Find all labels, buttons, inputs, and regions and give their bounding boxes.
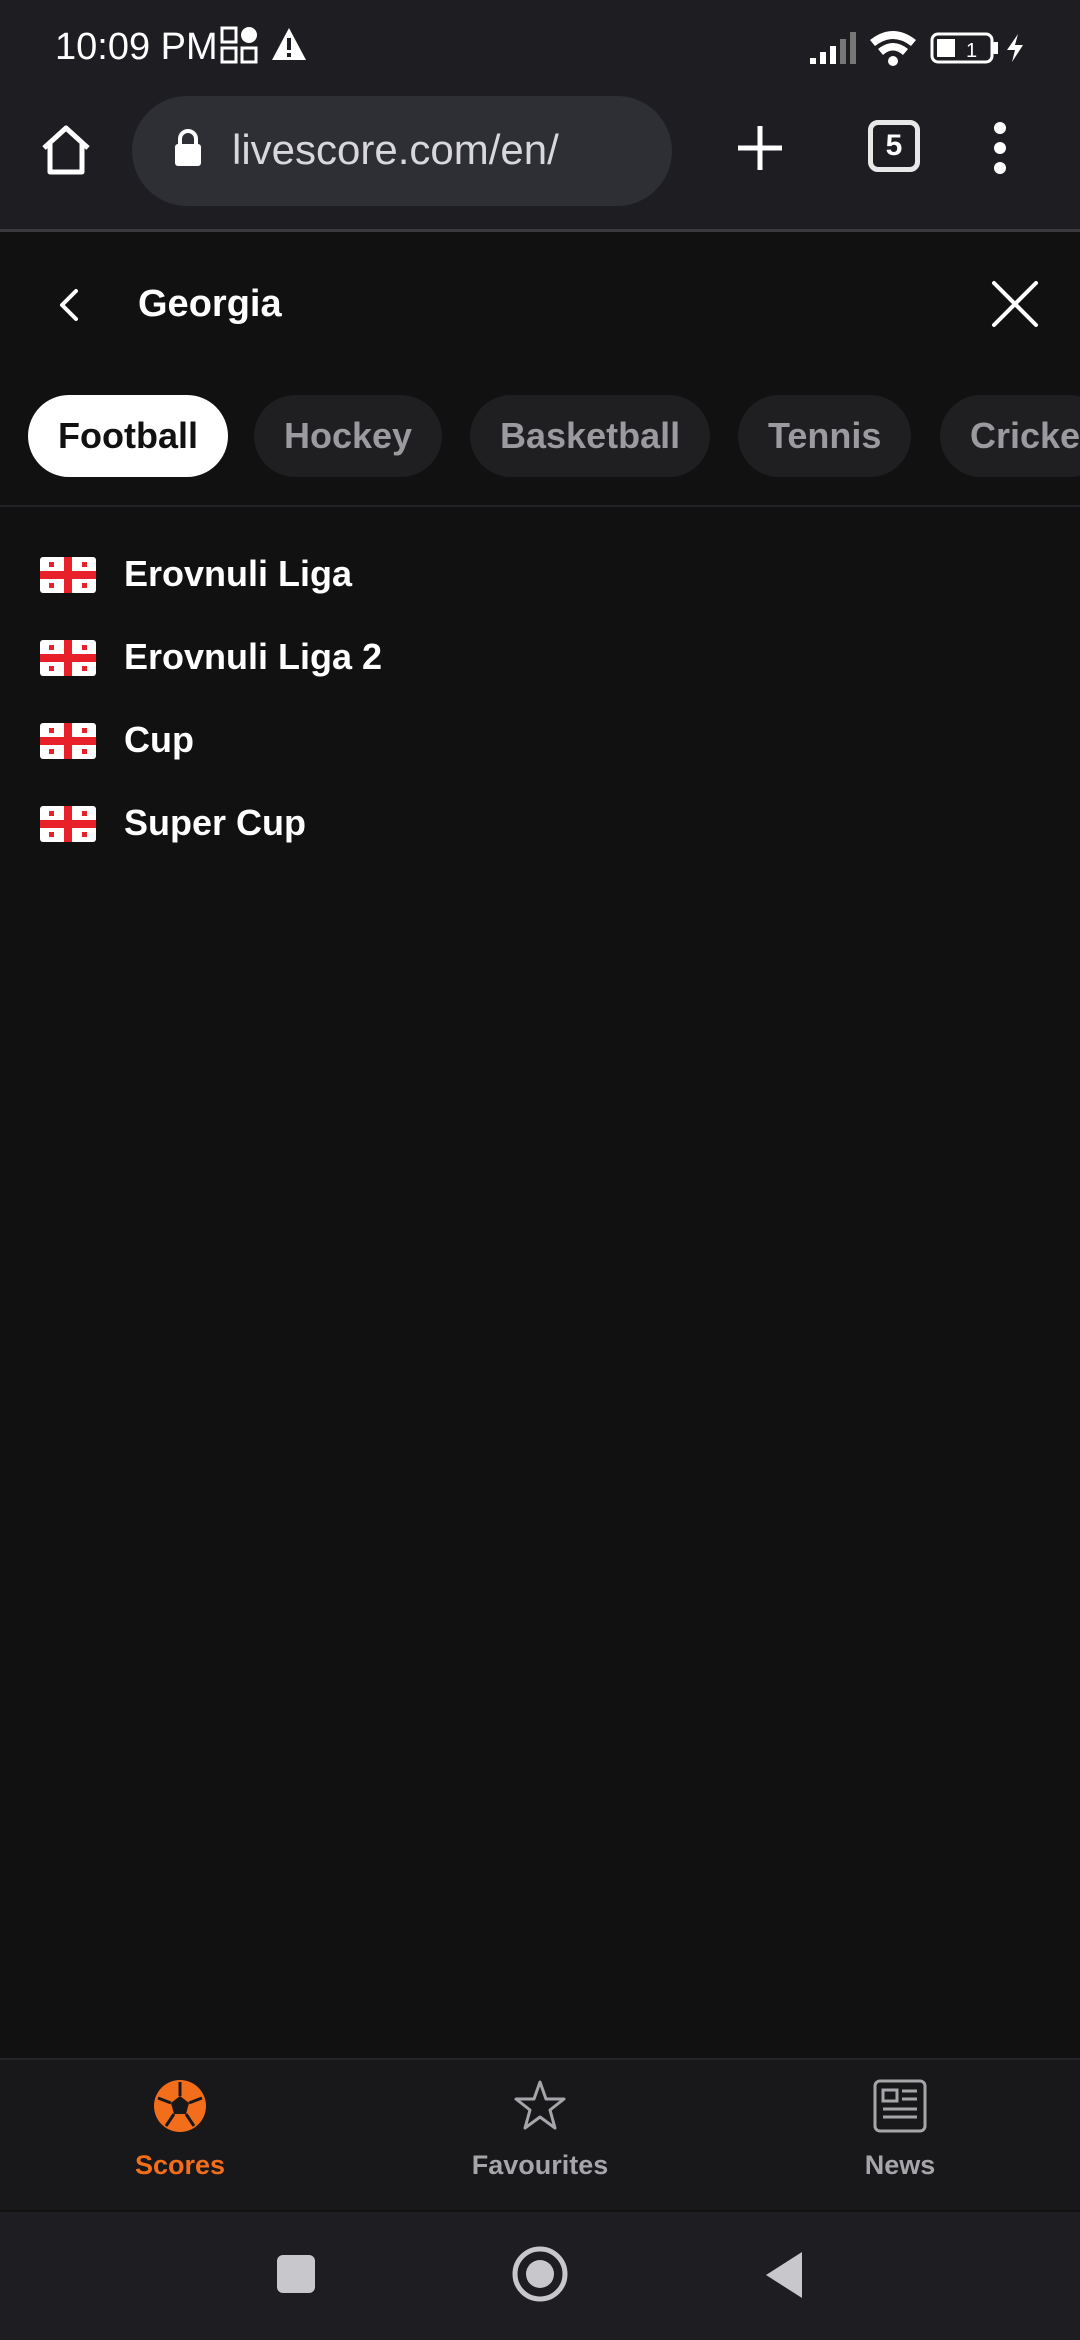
georgia-flag-icon [40,557,96,593]
tab-football[interactable]: Football [28,395,228,477]
georgia-flag-icon [40,723,96,759]
new-tab-icon[interactable] [732,120,788,181]
georgia-flag-icon [40,640,96,676]
home-circle-icon[interactable] [510,2244,570,2309]
news-icon [872,2078,928,2134]
nav-label: News [864,2150,936,2180]
back-triangle-icon[interactable] [762,2250,806,2305]
status-bar: 10:09 PM 1 [0,0,1080,96]
more-menu-icon[interactable] [990,118,1010,183]
competition-label: Erovnuli Liga [124,553,353,594]
star-icon [512,2078,568,2134]
nav-label: Favourites [471,2150,609,2180]
divider [0,505,1080,507]
bottom-nav: Scores Favourites News [0,2058,1080,2210]
georgia-flag-icon [40,806,96,842]
tab-basketball[interactable]: Basketball [470,395,711,477]
recents-icon[interactable] [276,2254,316,2299]
nav-label: Scores [134,2150,226,2180]
list-item[interactable]: Cup [0,701,1080,784]
lock-icon [172,128,204,173]
nav-news[interactable]: News [800,2060,1000,2212]
wifi-icon [868,28,918,73]
tab-switcher-button[interactable]: 5 [868,120,920,172]
tab-hockey[interactable]: Hockey [254,395,443,477]
browser-toolbar: livescore.com/en/ 5 [0,96,1080,232]
competition-label: Super Cup [124,802,307,843]
tab-tennis[interactable]: Tennis [738,395,912,477]
url-bar[interactable]: livescore.com/en/ [132,96,672,206]
url-text: livescore.com/en/ [232,126,559,173]
charging-icon [1004,32,1026,69]
country-header: Georgia [0,235,1080,375]
list-item[interactable]: Erovnuli Liga [0,535,1080,618]
tab-cricket[interactable]: Cricke [940,395,1080,477]
home-icon[interactable] [38,122,94,178]
nav-scores[interactable]: Scores [80,2060,280,2212]
page-title: Georgia [138,283,282,325]
competition-label: Erovnuli Liga 2 [124,636,383,677]
competition-label: Cup [124,719,194,760]
status-time: 10:09 PM [55,26,218,68]
close-icon[interactable] [990,279,1040,334]
back-arrow-icon[interactable] [48,283,92,332]
signal-icon [808,30,858,71]
sport-tabs: Football Hockey Basketball Tennis Cricke [0,395,1080,479]
list-item[interactable]: Erovnuli Liga 2 [0,618,1080,701]
qr-apps-icon [220,26,258,69]
soccer-ball-icon [152,2078,208,2134]
svg-text:1: 1 [966,40,977,62]
competition-list: Erovnuli Liga Erovnuli Liga 2 Cup Super … [0,535,1080,867]
battery-icon: 1 [930,32,1000,69]
list-item[interactable]: Super Cup [0,784,1080,867]
system-nav-bar [0,2212,1080,2340]
page: 10:09 PM 1 livescore.com/en/ 5 Georgia F… [0,0,1080,2340]
nav-favourites[interactable]: Favourites [440,2060,640,2212]
warning-icon [270,26,308,67]
